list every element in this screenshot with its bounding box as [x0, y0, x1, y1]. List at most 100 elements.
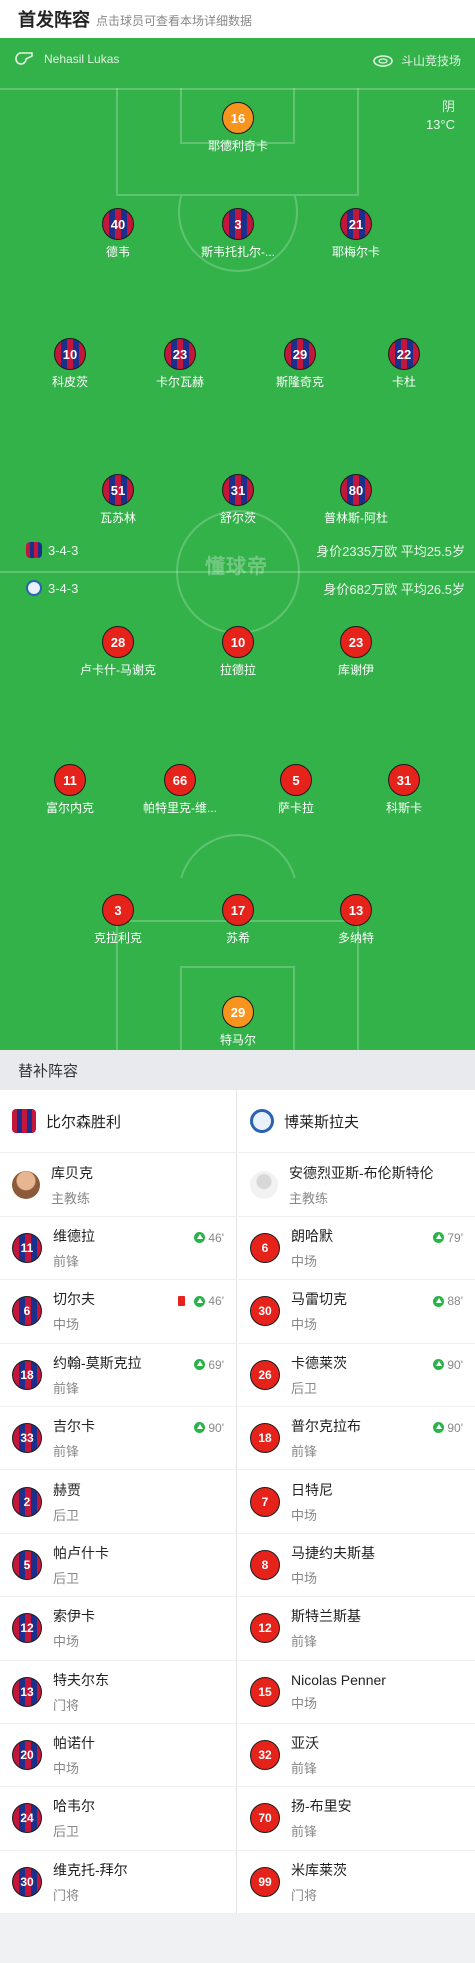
player-away[interactable]: 23 库谢伊 [286, 626, 426, 678]
bench-player-row[interactable]: 33 吉尔卡 前锋 90' [0, 1407, 236, 1471]
bench-player-number: 32 [250, 1740, 280, 1771]
player-number: 5 [280, 764, 312, 796]
bench-player-name: 赫贾 [53, 1481, 81, 1498]
page-footer [0, 1914, 475, 1963]
bench-player-position: 后卫 [53, 1507, 80, 1523]
bench-player-row[interactable]: 30 维克托-拜尔 门将 [0, 1851, 236, 1915]
page-title: 首发阵容 [18, 10, 90, 30]
bench-player-number: 15 [250, 1676, 280, 1707]
bench-player-name: 哈韦尔 [53, 1798, 95, 1815]
player-number: 16 [222, 102, 254, 134]
bench-player-name: 维德拉 [53, 1227, 95, 1244]
player-home[interactable]: 22 卡杜 [334, 338, 474, 390]
bench-player-position: 后卫 [291, 1380, 318, 1396]
player-name: 德韦 [105, 245, 130, 259]
bench-player-row[interactable]: 70 扬-布里安 前锋 [238, 1787, 475, 1851]
player-number: 13 [340, 894, 372, 926]
home-formation: 3-4-3 [48, 542, 79, 558]
player-number: 40 [102, 208, 134, 240]
away-bench-team[interactable]: 博莱斯拉夫 [238, 1090, 475, 1154]
player-home[interactable]: 23 卡尔瓦赫 [110, 338, 250, 390]
bench-player-position: 前锋 [53, 1444, 80, 1460]
bench-player-row[interactable]: 32 亚沃前锋 [238, 1724, 475, 1788]
bench-player-number: 6 [250, 1232, 280, 1263]
sub-in-icon [433, 1359, 445, 1371]
bench-player-number: 33 [12, 1423, 42, 1454]
home-bench-column: 比尔森胜利 库贝克 主教练 11 维德拉 前锋 46' 6 切尔夫 中场 46' 18 约翰-莫斯… [0, 1090, 237, 1915]
bench-player-position: 前锋 [53, 1380, 80, 1396]
home-coach-role: 主教练 [51, 1190, 91, 1206]
player-away[interactable]: 29 特马尔 [168, 996, 308, 1048]
bench-player-name: 切尔夫 [53, 1291, 95, 1308]
player-away[interactable]: 13 多纳特 [286, 894, 426, 946]
subs-section-title: 替补阵容 [0, 1050, 475, 1090]
sub-in-minute: 46' [208, 1294, 224, 1309]
player-number: 21 [340, 208, 372, 240]
bench-player-row[interactable]: 18 约翰-莫斯克拉 前锋 69' [0, 1344, 236, 1407]
player-home[interactable]: 51 瓦苏林 [48, 474, 188, 526]
away-crest-icon [26, 580, 42, 596]
lineup-header: 首发阵容 点击球员可查看本场详细数据 [0, 0, 475, 38]
sub-in-icon [194, 1295, 206, 1307]
player-number: 66 [164, 764, 196, 796]
bench-player-row[interactable]: 5 帕卢什卡 后卫 [0, 1534, 236, 1598]
bench-player-row[interactable]: 7 日特尼 中场 [238, 1470, 475, 1534]
bench-player-number: 18 [12, 1359, 42, 1390]
player-home[interactable]: 80 普林斯-阿杜 [286, 474, 426, 526]
home-bench-team[interactable]: 比尔森胜利 [0, 1090, 236, 1154]
player-away[interactable]: 31 科斯卡 [334, 764, 474, 816]
player-home[interactable]: 40 德韦 [48, 208, 188, 260]
bench-player-name: 马雷切克 [291, 1291, 347, 1308]
bench-player-number: 2 [12, 1486, 42, 1517]
bench-player-name: 帕卢什卡 [53, 1544, 109, 1561]
away-team-info: 3-4-3 身价682万欧 平均26.5岁 [26, 580, 471, 597]
bench-player-position: 中场 [291, 1570, 318, 1586]
player-home[interactable]: 16 耶德利奇卡 [168, 102, 308, 154]
bench-player-name: 卡德莱茨 [291, 1354, 347, 1371]
page-subtitle: 点击球员可查看本场详细数据 [96, 13, 253, 28]
sub-in-icon [433, 1232, 445, 1244]
sub-in-icon [194, 1422, 206, 1434]
sub-in-time: 79' [433, 1231, 463, 1245]
sub-in-icon [194, 1359, 206, 1371]
bench-player-row[interactable]: 20 帕诺什 中场 [0, 1724, 236, 1788]
bench-player-name: 帕诺什 [53, 1735, 95, 1752]
bench-player-position: 后卫 [53, 1570, 80, 1586]
home-coach-row[interactable]: 库贝克 主教练 [0, 1153, 236, 1217]
bench-player-position: 中场 [291, 1317, 318, 1333]
player-number: 23 [340, 626, 372, 658]
bench-player-name: 维克托-拜尔 [53, 1861, 128, 1878]
bench-player-name: 马捷约夫斯基 [291, 1544, 375, 1561]
bench-player-row[interactable]: 11 维德拉 前锋 46' [0, 1217, 236, 1281]
bench-player-row[interactable]: 6 切尔夫 中场 46' [0, 1280, 236, 1344]
bench-player-row[interactable]: 8 马捷约夫斯基 中场 [238, 1534, 475, 1598]
player-away[interactable]: 28 卢卡什-马谢克 [48, 626, 188, 678]
away-coach-row[interactable]: 安德烈亚斯-布伦斯特伦 主教练 [238, 1153, 475, 1217]
bench-player-position: 中场 [53, 1317, 80, 1333]
bench-player-row[interactable]: 12 索伊卡 中场 [0, 1597, 236, 1661]
bench-player-row[interactable]: 18 普尔克拉布 前锋 90' [238, 1407, 475, 1471]
bench-player-row[interactable]: 2 赫贾后卫 [0, 1470, 236, 1534]
sub-in-icon [433, 1295, 445, 1307]
player-number: 10 [54, 338, 86, 370]
player-number: 10 [222, 626, 254, 658]
bench-player-row[interactable]: 24 哈韦尔 后卫 [0, 1787, 236, 1851]
away-team-name: 博莱斯拉夫 [284, 1113, 360, 1131]
bench-player-row[interactable]: 6 朗哈默 中场 79' [238, 1217, 475, 1281]
bench-player-row[interactable]: 12 斯特兰斯基 前锋 [238, 1597, 475, 1661]
bench-player-row[interactable]: 15 Nicolas Penner 中场 [238, 1661, 475, 1724]
player-away[interactable]: 3 克拉利克 [48, 894, 188, 946]
player-number: 28 [102, 626, 134, 658]
bench-player-position: 前锋 [291, 1761, 318, 1777]
bench-player-row[interactable]: 30 马雷切克 中场 88' [238, 1280, 475, 1344]
bench-player-row[interactable]: 13 特夫尔东 门将 [0, 1661, 236, 1724]
bench-player-name: 亚沃 [291, 1735, 319, 1752]
sub-in-minute: 88' [447, 1294, 463, 1309]
player-home[interactable]: 21 耶梅尔卡 [286, 208, 426, 260]
coach-avatar [12, 1170, 40, 1199]
bench-player-row[interactable]: 99 米库莱茨 门将 [238, 1851, 475, 1915]
home-crest-icon [26, 542, 42, 558]
bench-player-row[interactable]: 26 卡德莱茨 后卫 90' [238, 1344, 475, 1407]
sub-in-time: 46' [194, 1231, 224, 1245]
player-name: 多纳特 [337, 931, 374, 945]
